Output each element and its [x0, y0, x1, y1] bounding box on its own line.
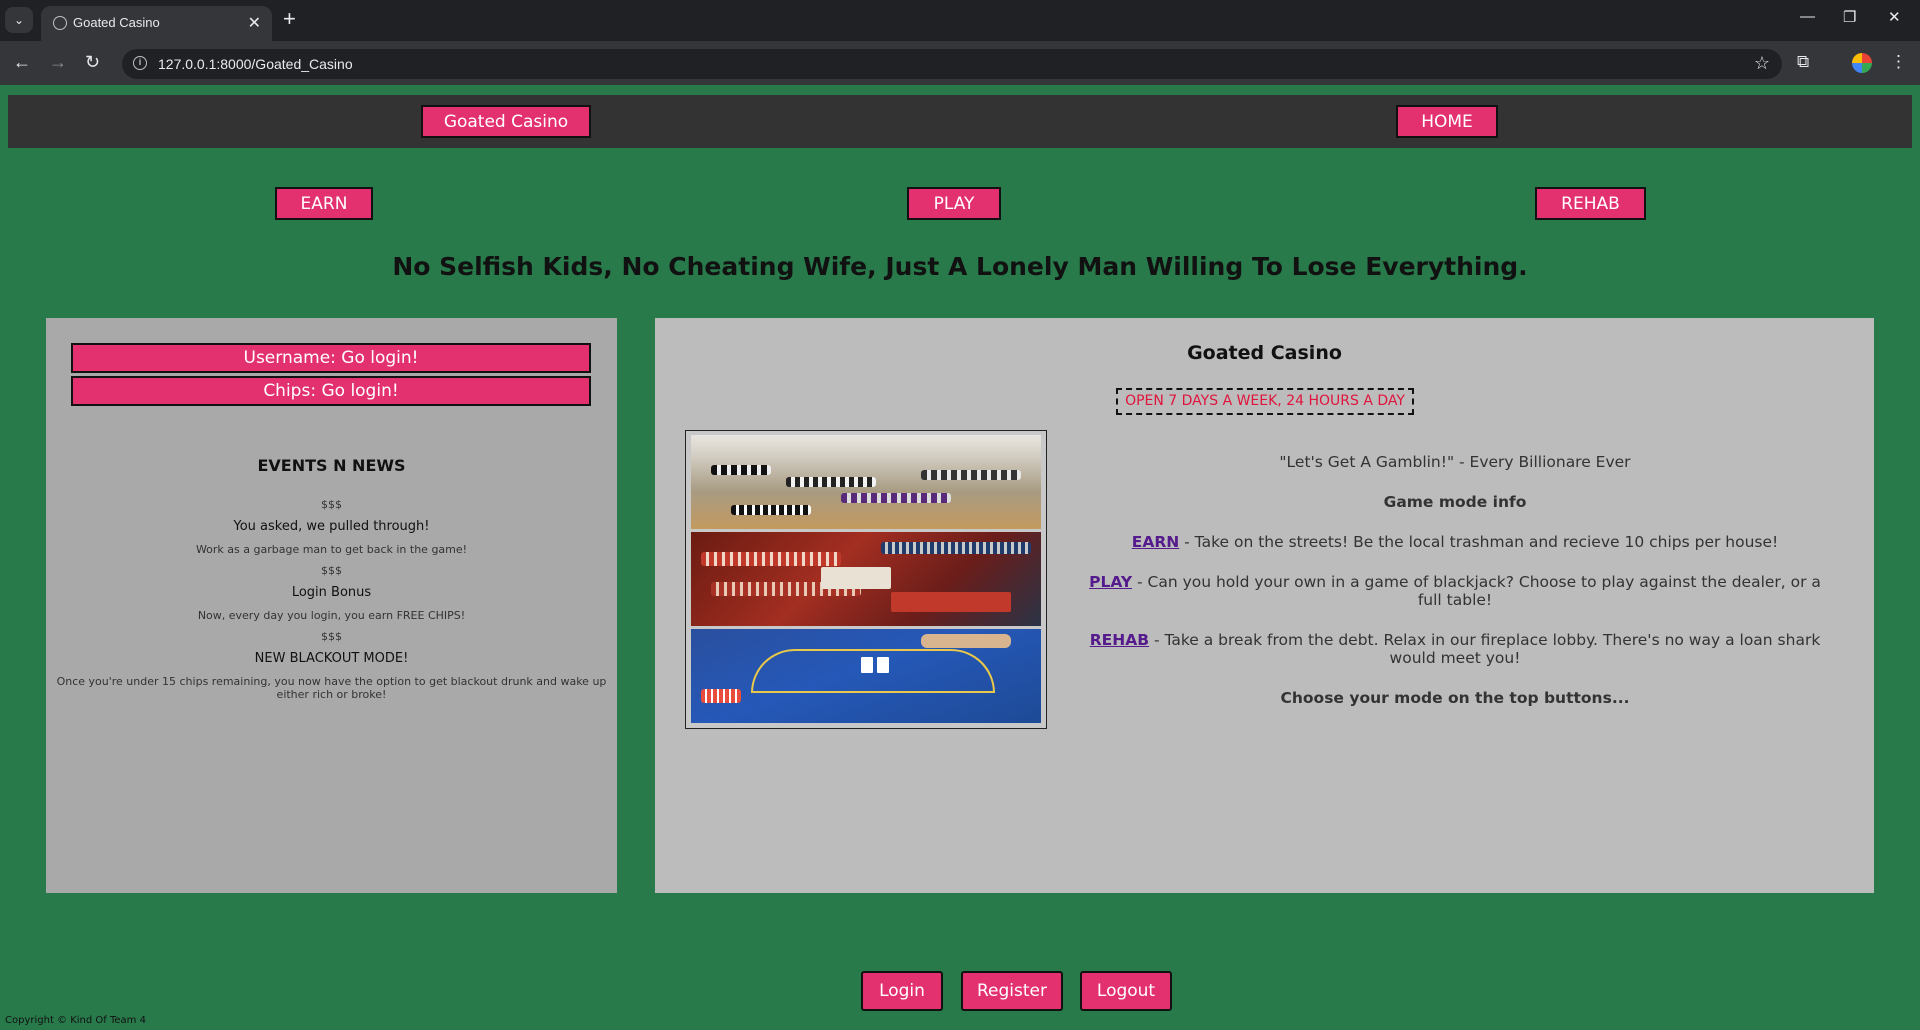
globe-icon: [53, 16, 67, 30]
site-info-icon[interactable]: i: [133, 56, 147, 70]
tagline: No Selfish Kids, No Cheating Wife, Just …: [392, 252, 1528, 281]
event-item: $$$ NEW BLACKOUT MODE! Once you're under…: [56, 630, 607, 701]
close-window-icon[interactable]: ✕: [1888, 8, 1901, 26]
brand-button[interactable]: Goated Casino: [421, 105, 591, 138]
browser-toolbar: ← → ↻ i 127.0.0.1:8000/Goated_Casino ☆ ⧉…: [0, 41, 1920, 85]
restore-icon[interactable]: ❐: [1843, 8, 1856, 26]
game-mode-info: "Let's Get A Gamblin!" - Every Billionar…: [1085, 453, 1825, 729]
main-panel: Goated Casino OPEN 7 DAYS A WEEK, 24 HOU…: [655, 318, 1874, 893]
logout-button[interactable]: Logout: [1080, 971, 1172, 1011]
url-text[interactable]: 127.0.0.1:8000/Goated_Casino: [158, 56, 353, 72]
main-title: Goated Casino: [1187, 342, 1342, 364]
play-info: PLAY - Can you hold your own in a game o…: [1085, 573, 1825, 609]
event-heading: You asked, we pulled through!: [233, 519, 430, 534]
site-header: [8, 95, 1912, 148]
new-tab-icon[interactable]: +: [283, 7, 296, 31]
events-title: EVENTS N NEWS: [257, 456, 406, 475]
tab-close-icon[interactable]: ✕: [248, 13, 261, 33]
earn-description: - Take on the streets! Be the local tras…: [1179, 533, 1779, 551]
blackjack-table-photo: [691, 629, 1041, 723]
minimize-icon[interactable]: —: [1800, 8, 1815, 25]
back-icon[interactable]: ←: [13, 51, 31, 73]
sidebar-panel: Username: Go login! Chips: Go login! EVE…: [46, 318, 617, 893]
event-separator: $$$: [321, 564, 342, 577]
kebab-menu-icon[interactable]: ⋮: [1890, 52, 1907, 72]
chips-display: Chips: Go login!: [71, 376, 591, 406]
browser-tab[interactable]: Goated Casino ✕: [41, 6, 272, 41]
event-body: Now, every day you login, you earn FREE …: [197, 609, 466, 622]
event-body: Once you're under 15 chips remaining, yo…: [56, 675, 607, 701]
earn-info: EARN - Take on the streets! Be the local…: [1085, 533, 1825, 551]
event-separator: $$$: [321, 498, 342, 511]
forward-icon[interactable]: →: [49, 51, 67, 73]
info-title: Game mode info: [1383, 493, 1527, 511]
roulette-chips-photo: [691, 532, 1041, 626]
rehab-link[interactable]: REHAB: [1090, 631, 1149, 649]
address-bar[interactable]: i 127.0.0.1:8000/Goated_Casino ☆: [122, 49, 1782, 79]
event-separator: $$$: [321, 630, 342, 643]
casino-image-collage: [685, 430, 1047, 729]
events-list: $$$ You asked, we pulled through! Work a…: [56, 498, 607, 709]
extensions-icon[interactable]: ⧉: [1797, 52, 1809, 72]
rehab-description: - Take a break from the debt. Relax in o…: [1149, 631, 1821, 667]
register-button[interactable]: Register: [961, 971, 1063, 1011]
rehab-button[interactable]: REHAB: [1535, 187, 1646, 220]
rehab-info: REHAB - Take a break from the debt. Rela…: [1085, 631, 1825, 667]
poker-chips-photo: [691, 435, 1041, 529]
play-description: - Can you hold your own in a game of bla…: [1132, 573, 1821, 609]
play-button[interactable]: PLAY: [907, 187, 1001, 220]
bookmark-star-icon[interactable]: ☆: [1754, 53, 1770, 74]
reload-icon[interactable]: ↻: [85, 51, 100, 73]
event-item: $$$ Login Bonus Now, every day you login…: [56, 564, 607, 622]
cta-text: Choose your mode on the top buttons...: [1280, 689, 1630, 707]
event-body: Work as a garbage man to get back in the…: [195, 543, 468, 556]
tab-search-chevron-icon[interactable]: ⌄: [5, 7, 33, 33]
event-item: $$$ You asked, we pulled through! Work a…: [56, 498, 607, 556]
copyright-text: Copyright © Kind Of Team 4: [5, 1015, 146, 1026]
home-button[interactable]: HOME: [1396, 105, 1498, 138]
tab-title: Goated Casino: [73, 15, 160, 30]
browser-tab-bar: ⌄ Goated Casino ✕ + — ❐ ✕: [0, 0, 1920, 41]
username-display: Username: Go login!: [71, 343, 591, 373]
earn-link[interactable]: EARN: [1132, 533, 1180, 551]
event-heading: Login Bonus: [291, 585, 372, 600]
hours-banner: OPEN 7 DAYS A WEEK, 24 HOURS A DAY: [1116, 388, 1414, 415]
earn-button[interactable]: EARN: [275, 187, 373, 220]
play-link[interactable]: PLAY: [1089, 573, 1132, 591]
login-button[interactable]: Login: [861, 971, 943, 1011]
event-heading: NEW BLACKOUT MODE!: [254, 651, 409, 666]
profile-avatar[interactable]: [1852, 53, 1872, 73]
quote-text: "Let's Get A Gamblin!" - Every Billionar…: [1279, 453, 1631, 471]
